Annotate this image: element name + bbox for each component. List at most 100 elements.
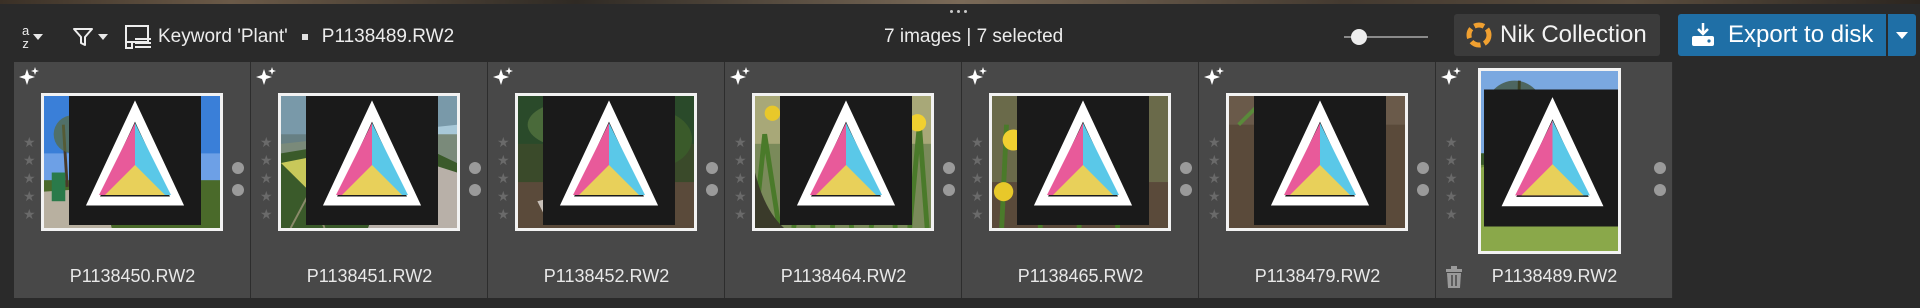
export-dropdown-button[interactable] [1888,14,1916,56]
star-icon[interactable]: ★ [1208,208,1221,222]
star-icon[interactable]: ★ [23,154,36,168]
thumbnail-filename: P1138452.RW2 [543,266,670,286]
label-dot[interactable] [232,184,244,196]
star-rating[interactable]: ★ ★ ★ ★ ★ [497,136,510,222]
keyword-filter-label: Keyword 'Plant' [158,26,288,47]
star-icon[interactable]: ★ [734,136,747,150]
label-dot[interactable] [1417,162,1429,174]
star-icon[interactable]: ★ [1445,136,1458,150]
chevron-down-icon [1896,31,1908,39]
label-dot[interactable] [1417,184,1429,196]
color-profile-icon [1484,89,1618,227]
star-icon[interactable]: ★ [23,208,36,222]
filmstrip-item[interactable]: ★ ★ ★ ★ ★ P1138465.RW2 [962,62,1199,298]
label-dot[interactable] [943,184,955,196]
thumbnail-image[interactable] [752,93,934,231]
thumbnail-filename: P1138489.RW2 [1491,266,1618,286]
star-icon[interactable]: ★ [497,190,510,204]
filter-button[interactable] [72,22,116,52]
star-icon[interactable]: ★ [1445,190,1458,204]
star-icon[interactable]: ★ [1208,136,1221,150]
filmstrip-item[interactable]: ★ ★ ★ ★ ★ P1138450.RW2 [14,62,251,298]
star-icon[interactable]: ★ [971,172,984,186]
nik-logo-icon [1466,22,1492,48]
label-dot[interactable] [232,162,244,174]
thumbnail-image[interactable] [41,93,223,231]
star-icon[interactable]: ★ [497,136,510,150]
label-dots[interactable] [1417,162,1429,196]
star-icon[interactable]: ★ [971,136,984,150]
star-icon[interactable]: ★ [23,172,36,186]
star-icon[interactable]: ★ [260,154,273,168]
keyword-filter-button[interactable]: Keyword 'Plant' [124,22,288,52]
thumbnail-size-slider[interactable] [1344,14,1428,60]
sort-button[interactable]: a z [22,22,66,52]
label-dot[interactable] [1654,162,1666,174]
label-dot[interactable] [1654,184,1666,196]
color-profile-icon [1254,96,1386,225]
nik-collection-button[interactable]: Nik Collection [1454,14,1660,56]
thumbnail-image[interactable] [1478,68,1621,254]
label-dots[interactable] [1654,162,1666,196]
sort-az-icon: a z [22,23,30,51]
filmstrip-item[interactable]: ★ ★ ★ ★ ★ P1138479.RW2 [1199,62,1436,298]
label-dots[interactable] [943,162,955,196]
label-dots[interactable] [232,162,244,196]
star-rating[interactable]: ★ ★ ★ ★ ★ [23,136,36,222]
export-to-disk-label: Export to disk [1728,21,1874,48]
star-rating[interactable]: ★ ★ ★ ★ ★ [1208,136,1221,222]
filmstrip-item[interactable]: ★ ★ ★ ★ ★ P1138452.RW2 [488,62,725,298]
star-icon[interactable]: ★ [1445,208,1458,222]
star-icon[interactable]: ★ [1208,172,1221,186]
star-icon[interactable]: ★ [971,154,984,168]
star-icon[interactable]: ★ [497,208,510,222]
star-icon[interactable]: ★ [971,190,984,204]
thumbnail-filename: P1138465.RW2 [1017,266,1144,286]
star-rating[interactable]: ★ ★ ★ ★ ★ [1445,136,1458,222]
thumbnail-image[interactable] [278,93,460,231]
label-dots[interactable] [1180,162,1192,196]
star-icon[interactable]: ★ [260,136,273,150]
filter-icon [73,28,93,46]
filmstrip-item[interactable]: ★ ★ ★ ★ ★ P1138451.RW2 [251,62,488,298]
star-icon[interactable]: ★ [497,172,510,186]
filmstrip-item[interactable]: ★ ★ ★ ★ ★ P1138489.RW2 [1436,62,1673,298]
chevron-down-icon [98,34,108,40]
star-icon[interactable]: ★ [1445,154,1458,168]
thumbnail-image[interactable] [989,93,1171,231]
star-icon[interactable]: ★ [260,208,273,222]
label-dot[interactable] [706,184,718,196]
star-rating[interactable]: ★ ★ ★ ★ ★ [971,136,984,222]
star-icon[interactable]: ★ [734,190,747,204]
label-dot[interactable] [469,162,481,174]
slider-knob[interactable] [1351,29,1368,45]
filmstrip-item[interactable]: ★ ★ ★ ★ ★ P1138464.RW2 [725,62,962,298]
star-icon[interactable]: ★ [971,208,984,222]
star-icon[interactable]: ★ [734,208,747,222]
label-dot[interactable] [1180,162,1192,174]
export-to-disk-button[interactable]: Export to disk [1678,14,1886,56]
color-profile-icon [69,96,201,225]
star-icon[interactable]: ★ [1208,154,1221,168]
star-rating[interactable]: ★ ★ ★ ★ ★ [734,136,747,222]
star-icon[interactable]: ★ [734,154,747,168]
star-rating[interactable]: ★ ★ ★ ★ ★ [260,136,273,222]
label-dot[interactable] [943,162,955,174]
label-dots[interactable] [706,162,718,196]
thumbnail-image[interactable] [1226,93,1408,231]
star-icon[interactable]: ★ [497,154,510,168]
star-icon[interactable]: ★ [1208,190,1221,204]
label-dot[interactable] [1180,184,1192,196]
label-dot[interactable] [706,162,718,174]
star-icon[interactable]: ★ [260,190,273,204]
star-icon[interactable]: ★ [734,172,747,186]
star-icon[interactable]: ★ [260,172,273,186]
thumbnail-filename: P1138479.RW2 [1254,266,1381,286]
thumbnail-image[interactable] [515,93,697,231]
label-dots[interactable] [469,162,481,196]
star-icon[interactable]: ★ [23,136,36,150]
star-icon[interactable]: ★ [23,190,36,204]
panel-resize-handle[interactable] [950,10,967,13]
star-icon[interactable]: ★ [1445,172,1458,186]
label-dot[interactable] [469,184,481,196]
